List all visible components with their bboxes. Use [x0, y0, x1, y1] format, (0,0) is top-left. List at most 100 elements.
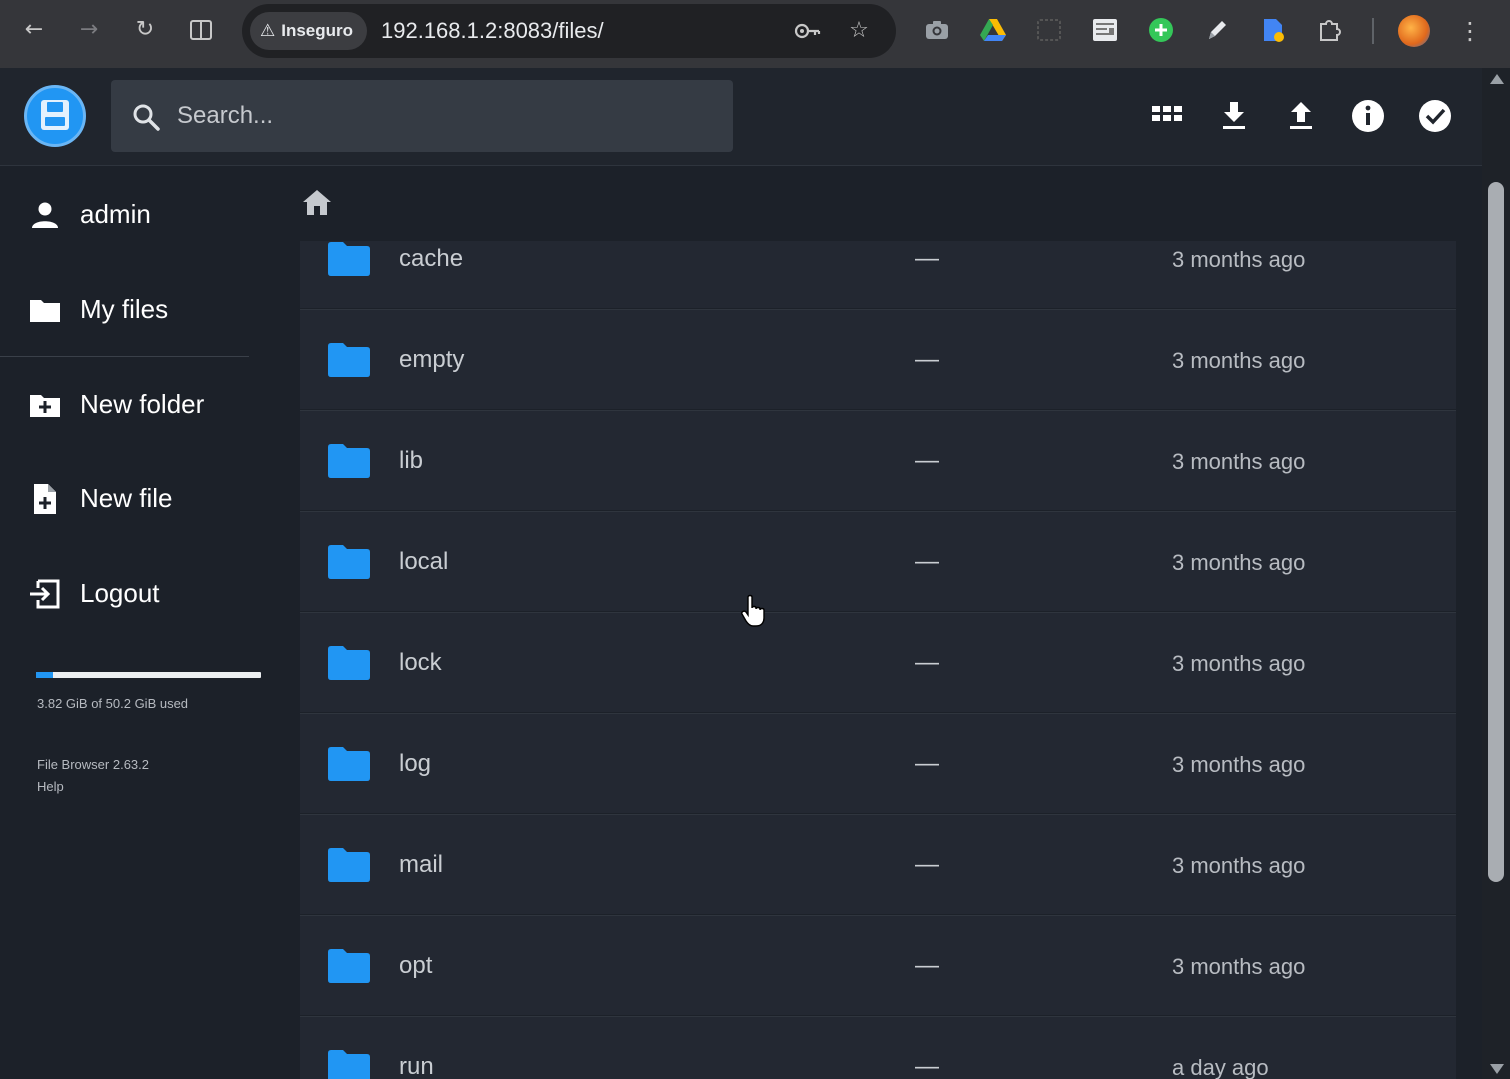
- folder-icon: [328, 1050, 370, 1079]
- sidebar-item-label: Logout: [80, 578, 160, 608]
- sidebar-item-new-folder[interactable]: New folder: [0, 374, 260, 434]
- split-view-icon[interactable]: [185, 14, 217, 46]
- select-check-icon[interactable]: [1417, 98, 1453, 134]
- file-plus-icon: [34, 484, 56, 514]
- sidebar-item-label: New file: [80, 483, 173, 513]
- scroll-down-arrow[interactable]: [1490, 1064, 1504, 1074]
- file-name: mail: [399, 851, 444, 878]
- plus-extension-icon[interactable]: [1146, 15, 1176, 45]
- hand-pointer-cursor: [741, 594, 765, 627]
- app-header: [0, 68, 1482, 166]
- toolbar-separator: [1372, 18, 1374, 44]
- table-row[interactable]: empty — 3 months ago: [300, 309, 1456, 409]
- file-browser-logo[interactable]: [24, 85, 86, 147]
- table-row[interactable]: opt — 3 months ago: [300, 915, 1456, 1015]
- sidebar-item-logout[interactable]: Logout: [0, 563, 260, 623]
- search-icon: [133, 104, 160, 131]
- browser-toolbar: ← → ↻ ⚠ Inseguro 192.168.1.2:8083/files/ …: [0, 0, 1510, 68]
- folder-icon: [328, 949, 370, 983]
- file-modified: 3 months ago: [1172, 348, 1306, 373]
- file-size: —: [915, 245, 939, 272]
- file-size: —: [915, 548, 939, 575]
- file-name: cache: [399, 245, 464, 272]
- table-row[interactable]: lock — 3 months ago: [300, 612, 1456, 712]
- file-name: lib: [399, 447, 424, 474]
- table-row[interactable]: cache — 3 months ago: [300, 241, 1456, 308]
- folder-icon: [328, 343, 370, 377]
- file-name: lock: [399, 649, 442, 676]
- storage-usage-bar: [36, 672, 261, 678]
- storage-usage-text: 3.82 GiB of 50.2 GiB used: [37, 696, 189, 711]
- star-icon[interactable]: ☆: [844, 16, 874, 46]
- version-text: File Browser 2.63.2: [37, 757, 149, 772]
- reload-icon[interactable]: ↻: [129, 14, 161, 46]
- table-row[interactable]: run — a day ago: [300, 1016, 1456, 1079]
- puzzle-extensions-icon[interactable]: [1315, 15, 1345, 45]
- url-text[interactable]: 192.168.1.2:8083/files/: [381, 4, 604, 58]
- file-modified: 3 months ago: [1172, 752, 1306, 777]
- address-bar[interactable]: ⚠ Inseguro 192.168.1.2:8083/files/ ☆: [242, 4, 896, 58]
- folder-icon: [328, 848, 370, 882]
- file-name: run: [399, 1053, 434, 1079]
- sidebar-item-new-file[interactable]: New file: [0, 468, 260, 528]
- forward-arrow-icon[interactable]: →: [73, 14, 105, 46]
- file-size: —: [915, 447, 939, 474]
- folder-icon: [328, 545, 370, 579]
- folder-icon: [328, 747, 370, 781]
- logout-icon: [30, 579, 60, 609]
- file-name: local: [399, 548, 449, 575]
- kebab-menu-icon[interactable]: ⋮: [1456, 14, 1484, 48]
- file-size: —: [915, 1053, 939, 1079]
- sidebar-item-user[interactable]: admin: [0, 184, 260, 244]
- doc-extension-icon[interactable]: [1258, 15, 1288, 45]
- folder-plus-icon: [30, 395, 60, 417]
- file-size: —: [915, 346, 939, 373]
- file-size: —: [915, 952, 939, 979]
- file-modified: 3 months ago: [1172, 954, 1306, 979]
- table-row[interactable]: mail — 3 months ago: [300, 814, 1456, 914]
- folder-icon: [30, 300, 60, 322]
- table-row[interactable]: log — 3 months ago: [300, 713, 1456, 813]
- download-icon[interactable]: [1216, 98, 1252, 134]
- info-icon[interactable]: [1350, 98, 1386, 134]
- warning-icon: ⚠: [260, 21, 276, 41]
- folder-icon: [328, 646, 370, 680]
- upload-icon[interactable]: [1283, 98, 1319, 134]
- file-modified: 3 months ago: [1172, 247, 1306, 272]
- grid-view-icon[interactable]: [1149, 98, 1185, 134]
- scroll-thumb[interactable]: [1488, 182, 1504, 882]
- table-row[interactable]: local — 3 months ago: [300, 511, 1456, 611]
- reader-extension-icon[interactable]: [1090, 15, 1120, 45]
- table-row[interactable]: lib — 3 months ago: [300, 410, 1456, 510]
- breadcrumb: [298, 167, 1482, 241]
- home-icon[interactable]: [300, 185, 334, 219]
- file-name: opt: [399, 952, 433, 979]
- screenshot-extension-icon[interactable]: [1034, 15, 1064, 45]
- file-size: —: [915, 649, 939, 676]
- search-input[interactable]: [177, 94, 717, 138]
- drive-extension-icon[interactable]: [978, 15, 1008, 45]
- sidebar-item-label: My files: [80, 294, 169, 324]
- sidebar-item-label: admin: [80, 199, 151, 229]
- folder-icon: [328, 444, 370, 478]
- security-label: Inseguro: [281, 21, 354, 40]
- scroll-up-arrow[interactable]: [1490, 74, 1504, 84]
- search-box[interactable]: [111, 80, 733, 152]
- main-content: cache — 3 months ago empty — 3 months ago lib —…: [298, 167, 1482, 1079]
- file-size: —: [915, 851, 939, 878]
- back-arrow-icon[interactable]: ←: [18, 14, 50, 46]
- sidebar-item-my-files[interactable]: My files: [0, 279, 260, 339]
- sidebar-item-label: New folder: [80, 389, 205, 419]
- key-icon[interactable]: [792, 16, 822, 46]
- sidebar-divider: [0, 356, 249, 357]
- file-modified: 3 months ago: [1172, 449, 1306, 474]
- help-link[interactable]: Help: [37, 779, 64, 794]
- profile-avatar[interactable]: [1398, 15, 1430, 47]
- page-scrollbar[interactable]: [1482, 68, 1510, 1079]
- pen-extension-icon[interactable]: [1202, 15, 1232, 45]
- folder-icon: [328, 242, 370, 276]
- file-name: empty: [399, 346, 465, 373]
- security-chip[interactable]: ⚠ Inseguro: [250, 12, 368, 50]
- file-list: cache — 3 months ago empty — 3 months ago lib —…: [300, 241, 1456, 1079]
- camera-extension-icon[interactable]: [922, 15, 952, 45]
